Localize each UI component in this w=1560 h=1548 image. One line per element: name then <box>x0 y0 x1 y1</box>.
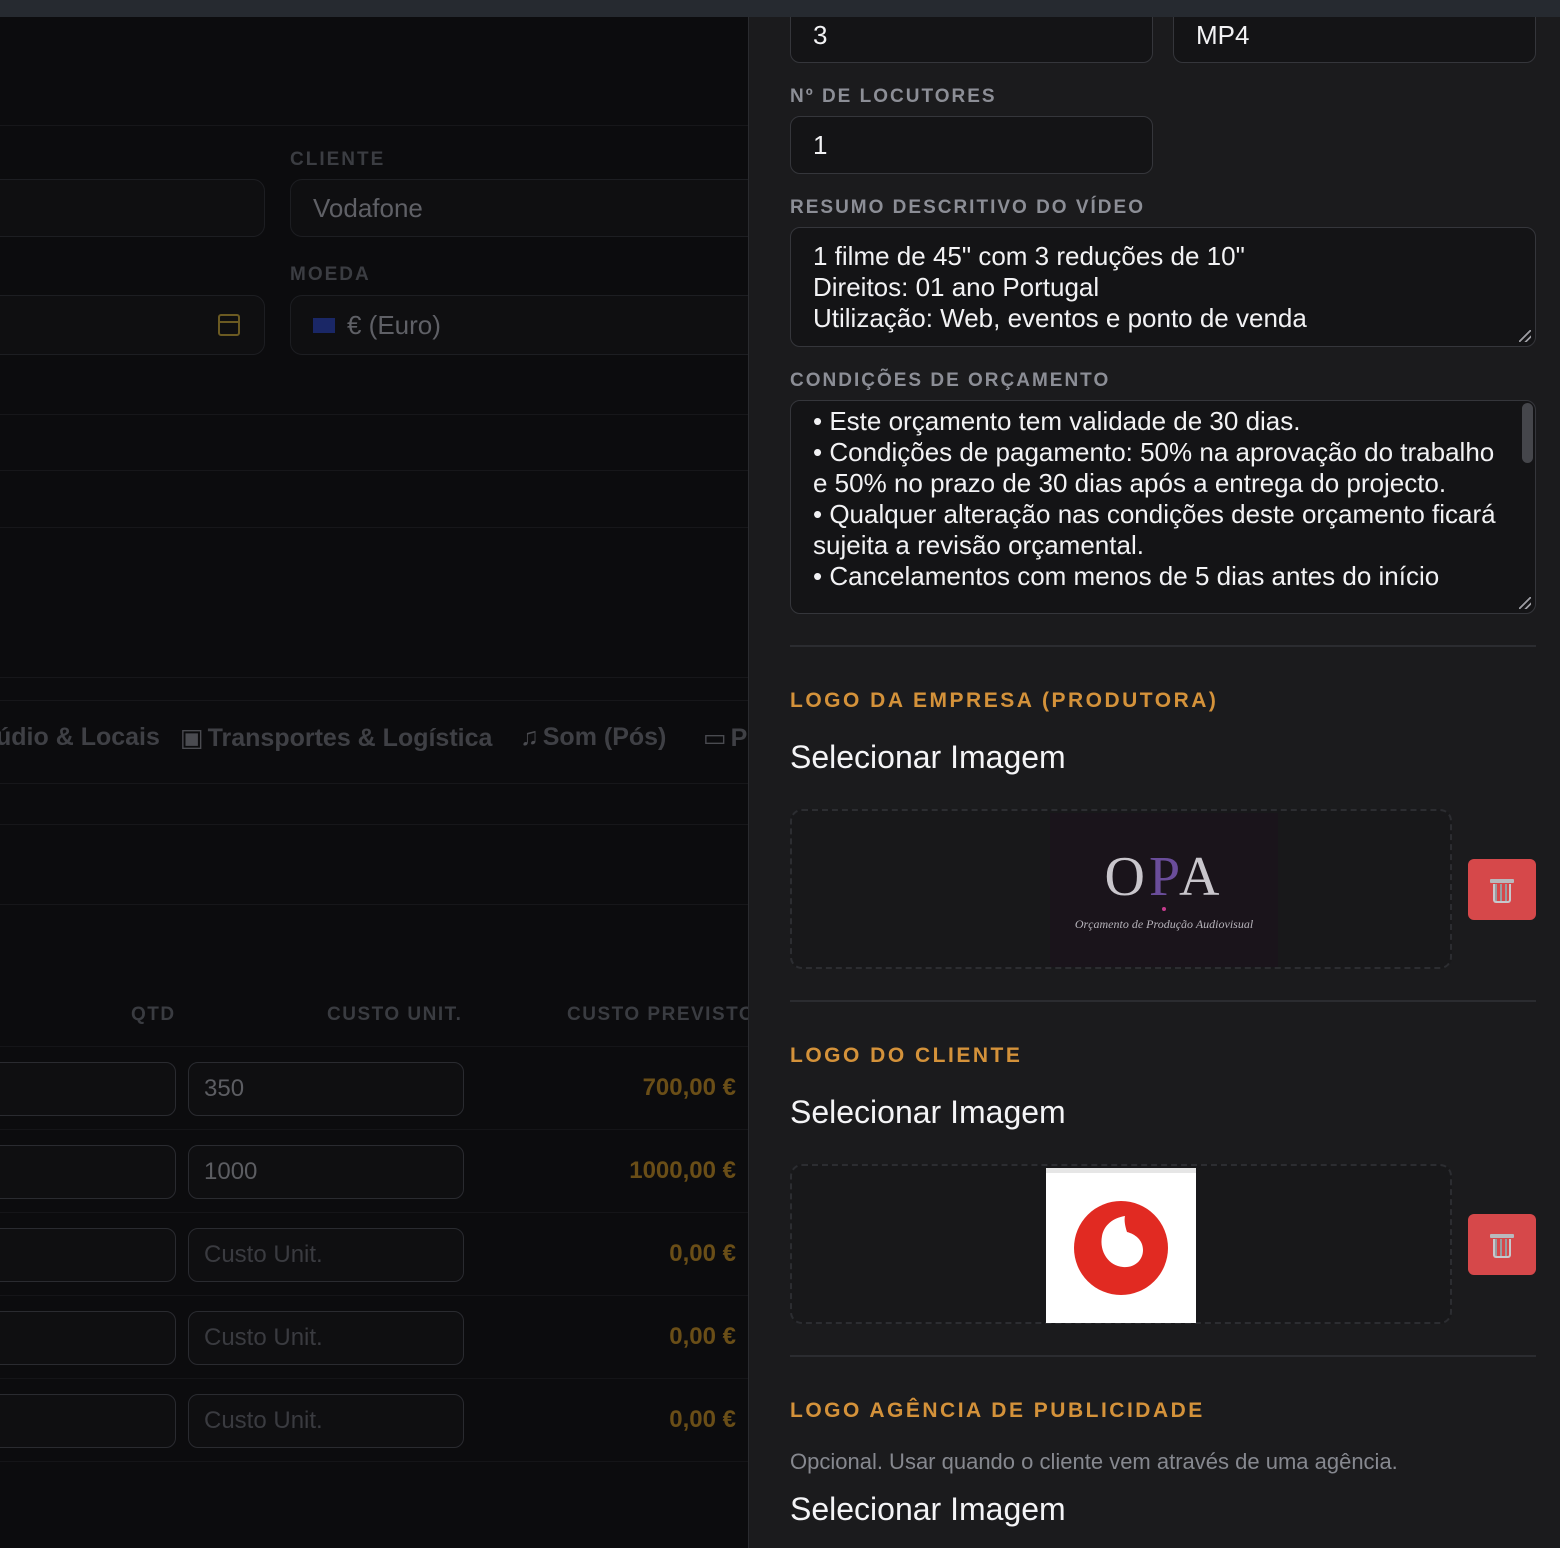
video-summary-textarea[interactable]: 1 filme de 45" com 3 reduções de 10" Dir… <box>790 227 1536 347</box>
divider <box>0 1129 749 1130</box>
delete-client-logo-button[interactable] <box>1468 1214 1536 1275</box>
window-top-bar <box>0 0 1560 17</box>
divider <box>0 1046 749 1047</box>
divider <box>790 1355 1536 1357</box>
currency-value: € (Euro) <box>347 309 441 340</box>
divider <box>0 414 749 415</box>
eu-flag-icon <box>313 317 335 333</box>
speakers-input[interactable]: 1 <box>790 116 1153 174</box>
client-logo-dropzone[interactable] <box>790 1164 1452 1324</box>
row-total: 0,00 € <box>669 1323 736 1350</box>
unit-cost-input[interactable]: 1000 <box>188 1145 464 1199</box>
divider <box>0 1378 749 1379</box>
qty-input[interactable] <box>0 1062 176 1116</box>
divider <box>790 1000 1536 1002</box>
divider <box>0 125 749 126</box>
tab-sound-post[interactable]: ♫ Som (Pós) <box>520 723 666 752</box>
column-header-planned-cost: CUSTO PREVISTO <box>567 1004 749 1025</box>
row-total: 1000,00 € <box>629 1157 736 1184</box>
date-field[interactable] <box>0 295 265 355</box>
qty-input[interactable] <box>0 1145 176 1199</box>
column-header-qty: QTD <box>131 1004 176 1025</box>
agency-logo-title: LOGO AGÊNCIA DE PUBLICIDADE <box>790 1399 1205 1422</box>
music-note-icon: ♫ <box>520 723 539 751</box>
qty-input[interactable] <box>0 1311 176 1365</box>
speakers-label: Nº DE LOCUTORES <box>790 86 997 107</box>
unit-cost-input[interactable]: Custo Unit. <box>188 1394 464 1448</box>
row-total: 0,00 € <box>669 1406 736 1433</box>
background-page: CLIENTE Vodafone MOEDA € (Euro) údio & L… <box>0 17 749 1548</box>
format-input[interactable]: MP4 <box>1173 17 1536 63</box>
currency-label: MOEDA <box>290 264 371 285</box>
select-image-button[interactable]: Selecionar Imagem <box>790 1491 1066 1528</box>
divider <box>0 904 749 905</box>
summary-label: RESUMO DESCRITIVO DO VÍDEO <box>790 197 1145 218</box>
trash-icon <box>1490 877 1514 903</box>
divider <box>0 470 749 471</box>
qty-input[interactable] <box>0 1394 176 1448</box>
budget-conditions-textarea[interactable]: • Este orçamento tem validade de 30 dias… <box>790 400 1536 614</box>
row-total: 700,00 € <box>642 1074 736 1101</box>
trash-icon <box>1490 1232 1514 1258</box>
client-logo-image <box>1046 1168 1196 1323</box>
company-logo-title: LOGO DA EMPRESA (PRODUTORA) <box>790 689 1219 712</box>
client-label: CLIENTE <box>290 149 386 170</box>
company-logo-dropzone[interactable]: OPA Orçamento de Produção Audiovisual <box>790 809 1452 969</box>
divider <box>0 1212 749 1213</box>
monitor-icon: ▭ <box>703 724 727 752</box>
resize-handle[interactable] <box>1519 597 1531 609</box>
scrollbar[interactable] <box>1522 403 1533 463</box>
delete-company-logo-button[interactable] <box>1468 859 1536 920</box>
currency-select[interactable]: € (Euro) <box>290 295 749 355</box>
category-tabs: údio & Locais ▣ Transportes & Logística ♫… <box>0 700 749 784</box>
client-value: Vodafone <box>313 192 423 223</box>
select-image-button[interactable]: Selecionar Imagem <box>790 739 1066 776</box>
unit-cost-input[interactable]: Custo Unit. <box>188 1311 464 1365</box>
divider <box>0 824 749 825</box>
vodafone-logo-icon <box>1074 1201 1168 1295</box>
row-total: 0,00 € <box>669 1240 736 1267</box>
tab-post-production[interactable]: ▭ P <box>703 723 747 753</box>
truck-icon: ▣ <box>180 724 204 752</box>
calendar-icon[interactable] <box>218 314 240 336</box>
divider <box>790 645 1536 647</box>
column-header-unit-cost: CUSTO UNIT. <box>327 1004 463 1025</box>
divider <box>0 1295 749 1296</box>
divider <box>0 677 749 678</box>
company-logo-image: OPA Orçamento de Produção Audiovisual <box>1050 813 1278 967</box>
client-field[interactable]: Vodafone <box>290 179 749 237</box>
settings-side-panel: 3 MP4 Nº DE LOCUTORES 1 RESUMO DESCRITIV… <box>748 17 1560 1548</box>
agency-logo-hint: Opcional. Usar quando o cliente vem atra… <box>790 1449 1398 1474</box>
unit-cost-input[interactable]: 350 <box>188 1062 464 1116</box>
count-input[interactable]: 3 <box>790 17 1153 63</box>
divider <box>0 1461 749 1462</box>
select-image-button[interactable]: Selecionar Imagem <box>790 1094 1066 1131</box>
client-logo-title: LOGO DO CLIENTE <box>790 1044 1023 1067</box>
tab-transport-logistics[interactable]: ▣ Transportes & Logística <box>180 723 492 753</box>
project-field[interactable] <box>0 179 265 237</box>
conditions-label: CONDIÇÕES DE ORÇAMENTO <box>790 370 1111 391</box>
qty-input[interactable] <box>0 1228 176 1282</box>
resize-handle[interactable] <box>1519 330 1531 342</box>
tab-studio-locations[interactable]: údio & Locais <box>0 723 160 752</box>
unit-cost-input[interactable]: Custo Unit. <box>188 1228 464 1282</box>
divider <box>0 527 749 528</box>
